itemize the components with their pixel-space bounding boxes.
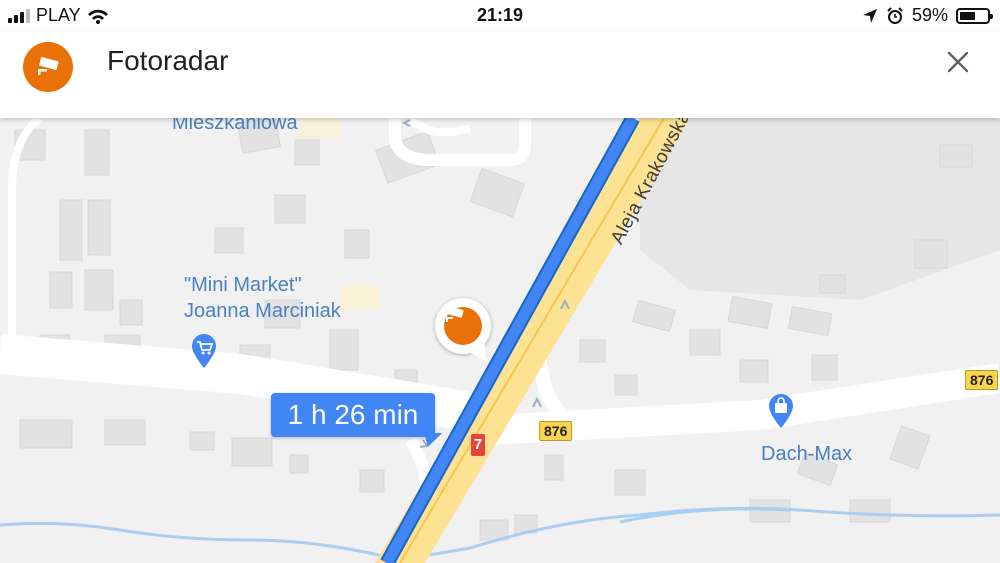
status-right: 59% [862,5,993,26]
road-shield-876-right: 876 [965,370,999,390]
poi-dach-max[interactable] [767,393,795,429]
alarm-icon [887,6,903,24]
alert-header: Fotoradar [0,32,1000,118]
speed-camera-icon [23,42,73,92]
speed-camera-marker[interactable] [435,298,491,354]
header-title: Fotoradar [107,45,229,76]
map-label-dach-max: Dach-Max [761,443,853,465]
poi-mini-market[interactable] [190,333,218,369]
battery-percent: 59% [911,5,948,25]
shopping-bag-icon [769,394,793,428]
battery-icon [956,7,993,24]
map-label-mini-market-name: "Mini Market" [184,274,302,296]
battery-fill [960,11,975,20]
close-icon [947,51,969,73]
road-shield-876-mid: 876 [539,421,573,441]
road-shield-7: 7 [471,434,485,456]
status-bar: PLAY 21:19 59% [0,0,1000,32]
speed-camera-icon [444,307,482,345]
status-time: 21:19 [476,5,524,25]
location-arrow-icon [862,8,877,23]
close-button[interactable] [940,44,976,80]
route-duration-badge[interactable]: 1 h 26 min [271,393,435,437]
map-label-mini-market-owner: Joanna Marciniak [184,300,341,322]
shopping-cart-icon [192,334,216,368]
